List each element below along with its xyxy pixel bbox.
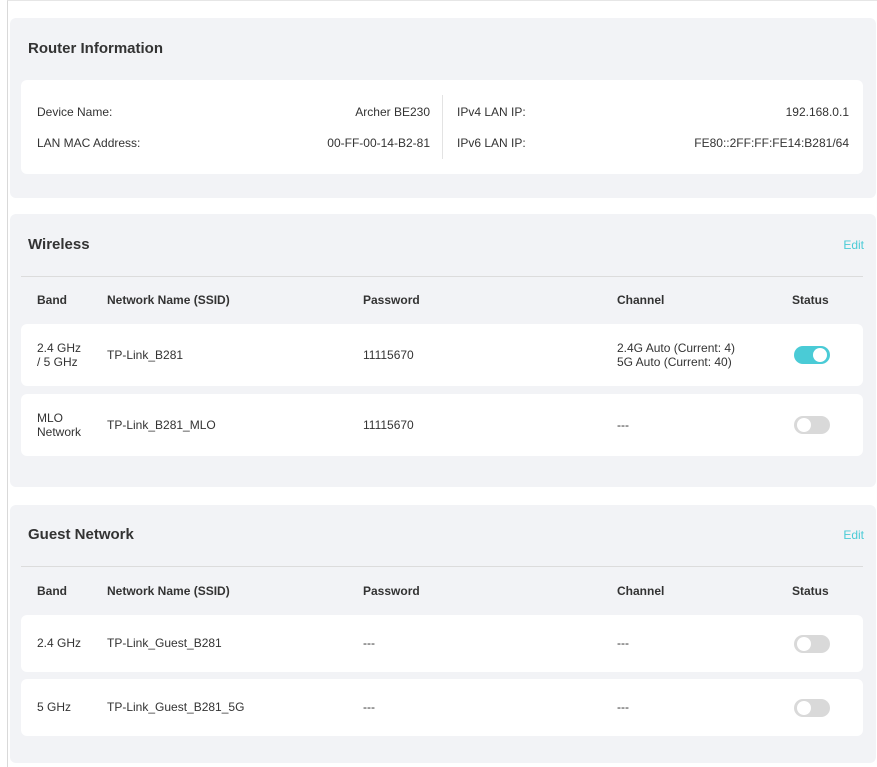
ssid-cell: TP-Link_Guest_B281_5G bbox=[107, 700, 245, 714]
table-row: 2.4 GHz / 5 GHz TP-Link_B281 11115670 2.… bbox=[21, 324, 863, 386]
wireless-panel: Wireless Edit Band Network Name (SSID) P… bbox=[10, 214, 876, 487]
lan-mac-value: 00-FF-00-14-B2-81 bbox=[327, 136, 430, 150]
lan-mac-label: LAN MAC Address: bbox=[37, 136, 141, 150]
ipv6-label: IPv6 LAN IP: bbox=[457, 136, 526, 150]
guest-network-title: Guest Network bbox=[28, 526, 134, 543]
status-toggle[interactable] bbox=[794, 635, 830, 653]
ipv4-label: IPv4 LAN IP: bbox=[457, 105, 526, 119]
band-cell: 2.4 GHz bbox=[37, 636, 82, 650]
guest-header-band: Band bbox=[37, 584, 67, 598]
band-line: / 5 GHz bbox=[37, 355, 78, 369]
ssid-cell: TP-Link_Guest_B281 bbox=[107, 636, 222, 650]
wireless-edit-link[interactable]: Edit bbox=[843, 238, 864, 252]
wireless-header-password: Password bbox=[363, 293, 420, 307]
router-information-card: Device Name: Archer BE230 LAN MAC Addres… bbox=[21, 80, 863, 174]
toggle-knob bbox=[813, 348, 827, 362]
password-cell: --- bbox=[363, 700, 375, 714]
channel-cell: --- bbox=[617, 636, 629, 650]
channel-line: 5G Auto (Current: 40) bbox=[617, 355, 732, 369]
wireless-header-ssid: Network Name (SSID) bbox=[107, 293, 230, 307]
channel-line: 2.4G Auto (Current: 4) bbox=[617, 341, 736, 355]
wireless-header-status: Status bbox=[792, 293, 829, 307]
status-toggle[interactable] bbox=[794, 346, 830, 364]
wireless-title: Wireless bbox=[28, 236, 90, 253]
toggle-knob bbox=[797, 418, 811, 432]
guest-edit-link[interactable]: Edit bbox=[843, 528, 864, 542]
guest-header-status: Status bbox=[792, 584, 829, 598]
router-information-panel: Router Information Device Name: Archer B… bbox=[10, 18, 876, 198]
status-toggle[interactable] bbox=[794, 416, 830, 434]
router-information-title: Router Information bbox=[28, 40, 163, 57]
band-line: 2.4 GHz bbox=[37, 341, 82, 355]
password-cell: --- bbox=[363, 636, 375, 650]
info-divider bbox=[442, 95, 443, 159]
password-cell: 11115670 bbox=[363, 418, 414, 432]
wireless-header-band: Band bbox=[37, 293, 67, 307]
wireless-header-divider bbox=[21, 276, 863, 277]
band-line: Network bbox=[37, 425, 82, 439]
guest-header-password: Password bbox=[363, 584, 420, 598]
password-cell: 11115670 bbox=[363, 348, 414, 362]
device-name-label: Device Name: bbox=[37, 105, 113, 119]
band-cell: 5 GHz bbox=[37, 700, 72, 714]
channel-cell: 2.4G Auto (Current: 4) 5G Auto (Current:… bbox=[617, 341, 735, 369]
guest-header-ssid: Network Name (SSID) bbox=[107, 584, 230, 598]
band-cell: MLO Network bbox=[37, 411, 81, 439]
guest-header-channel: Channel bbox=[617, 584, 665, 598]
ipv6-value: FE80::2FF:FF:FE14:B281/64 bbox=[694, 136, 849, 150]
band-cell: 2.4 GHz / 5 GHz bbox=[37, 341, 81, 369]
channel-cell: --- bbox=[617, 700, 629, 714]
band-line: MLO bbox=[37, 411, 64, 425]
ssid-cell: TP-Link_B281 bbox=[107, 348, 184, 362]
table-row: 5 GHz TP-Link_Guest_B281_5G --- --- bbox=[21, 679, 863, 736]
device-name-value: Archer BE230 bbox=[355, 105, 430, 119]
wireless-header-channel: Channel bbox=[617, 293, 665, 307]
guest-network-panel: Guest Network Edit Band Network Name (SS… bbox=[10, 505, 876, 763]
toggle-knob bbox=[797, 637, 811, 651]
status-toggle[interactable] bbox=[794, 699, 830, 717]
guest-header-divider bbox=[21, 566, 863, 567]
channel-cell: --- bbox=[617, 418, 629, 432]
ssid-cell: TP-Link_B281_MLO bbox=[107, 418, 216, 432]
ipv4-value: 192.168.0.1 bbox=[785, 105, 849, 119]
table-row: MLO Network TP-Link_B281_MLO 11115670 --… bbox=[21, 394, 863, 456]
toggle-knob bbox=[797, 701, 811, 715]
table-row: 2.4 GHz TP-Link_Guest_B281 --- --- bbox=[21, 615, 863, 672]
